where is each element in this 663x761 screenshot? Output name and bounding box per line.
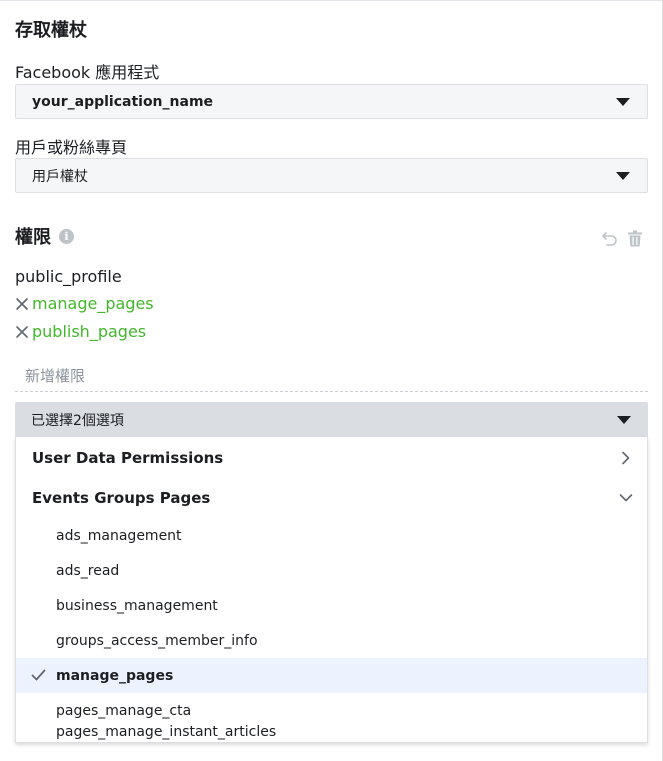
caret-down-icon — [617, 415, 631, 424]
info-icon[interactable]: i — [59, 228, 74, 244]
option-label: pages_manage_instant_articles — [56, 724, 277, 740]
dropdown-option[interactable]: pages_manage_instant_articles — [16, 724, 647, 742]
remove-permission-icon[interactable] — [15, 325, 29, 339]
permission-label: publish_pages — [32, 322, 147, 341]
panel-top-border — [0, 0, 663, 1]
app-select-value: your_application_name — [32, 93, 214, 110]
dropdown-option[interactable]: pages_manage_cta — [16, 693, 647, 728]
app-select[interactable]: your_application_name — [15, 84, 648, 119]
option-label: manage_pages — [56, 667, 174, 684]
chevron-right-icon — [622, 451, 630, 465]
group-label: User Data Permissions — [32, 449, 224, 467]
option-label: pages_manage_cta — [56, 702, 192, 719]
token-type-select[interactable]: 用戶權杖 — [15, 158, 648, 193]
trash-icon[interactable] — [627, 230, 643, 247]
permission-label: public_profile — [15, 267, 122, 286]
permissions-heading-text: 權限 — [15, 227, 51, 248]
group-label: Events Groups Pages — [32, 489, 211, 507]
token-type-select-value: 用戶權杖 — [32, 168, 88, 185]
option-label: ads_management — [56, 527, 182, 544]
add-permission-input[interactable]: 新增權限 — [15, 359, 648, 392]
permission-item: publish_pages — [15, 322, 146, 341]
permissions-heading: 權限 i — [15, 223, 74, 249]
permission-selector[interactable]: 已選擇2個選項 — [15, 402, 648, 437]
caret-down-icon — [616, 171, 630, 180]
option-label: ads_read — [56, 562, 120, 579]
access-token-panel: 存取權杖 Facebook 應用程式 your_application_name… — [0, 0, 663, 761]
page-field-label: 用戶或粉絲專頁 — [15, 138, 128, 157]
dropdown-option[interactable]: business_management — [16, 588, 647, 623]
dropdown-option[interactable]: ads_read — [16, 553, 647, 588]
dropdown-group-user-data[interactable]: User Data Permissions — [16, 438, 647, 478]
app-field-label: Facebook 應用程式 — [15, 63, 160, 82]
permission-item: manage_pages — [15, 294, 154, 313]
permission-label: manage_pages — [32, 294, 154, 313]
permission-dropdown: User Data Permissions Events Groups Page… — [15, 437, 648, 743]
checkmark-icon — [31, 669, 46, 681]
chevron-down-icon — [619, 494, 633, 502]
panel-title: 存取權杖 — [15, 20, 87, 41]
permission-item: public_profile — [15, 267, 122, 286]
undo-icon[interactable] — [602, 230, 618, 246]
dropdown-option[interactable]: ads_management — [16, 518, 647, 553]
dropdown-option-selected[interactable]: manage_pages — [16, 658, 647, 693]
permission-selector-value: 已選擇2個選項 — [31, 412, 124, 429]
remove-permission-icon[interactable] — [15, 297, 29, 311]
caret-down-icon — [616, 97, 630, 106]
dropdown-group-events-groups-pages[interactable]: Events Groups Pages — [16, 478, 647, 518]
option-label: business_management — [56, 597, 218, 614]
dropdown-option[interactable]: groups_access_member_info — [16, 623, 647, 658]
option-label: groups_access_member_info — [56, 632, 258, 649]
